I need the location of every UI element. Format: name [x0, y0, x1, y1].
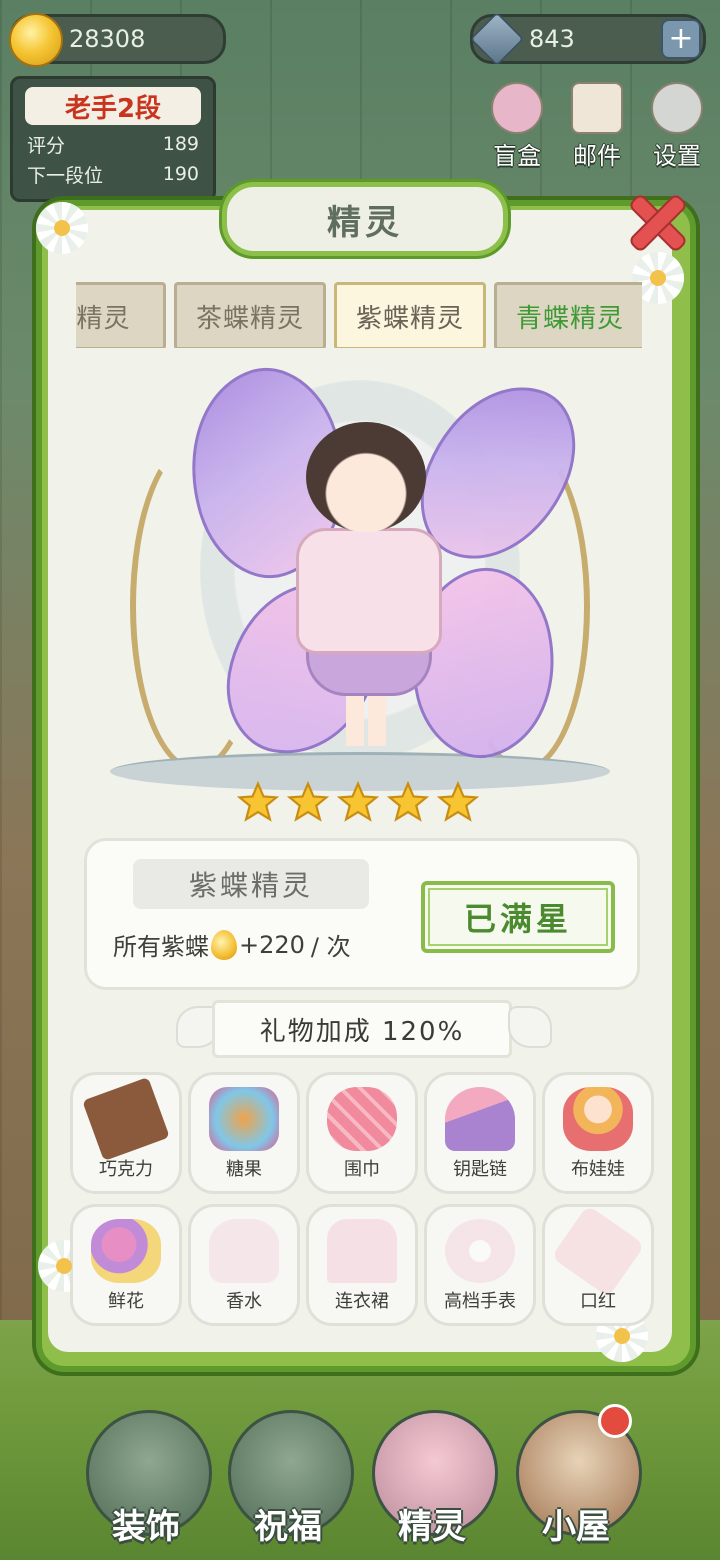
nav-label: 祝福	[254, 1507, 322, 1547]
star-rating	[236, 780, 480, 824]
star-icon	[436, 780, 480, 822]
nav-blessing[interactable]: 祝福	[218, 1390, 358, 1560]
gift-label: 鲜花	[108, 1291, 144, 1312]
settings-label: 设置	[653, 142, 701, 170]
gift-label: 高档手表	[444, 1291, 516, 1312]
gift-label: 糖果	[226, 1159, 262, 1180]
tab-tea-butterfly-fairy[interactable]: 茶蝶精灵	[174, 282, 326, 348]
gift-perfume[interactable]: 香水	[188, 1204, 300, 1326]
blind-box-button[interactable]: 盲盒	[486, 82, 548, 171]
gift-label: 布娃娃	[571, 1159, 625, 1180]
gift-keychain[interactable]: 钥匙链	[424, 1072, 536, 1194]
star-icon	[286, 780, 330, 822]
effect-prefix: 所有紫蝶	[113, 933, 209, 961]
fairy-info-card: 紫蝶精灵 所有紫蝶 +220 / 次 已满星	[84, 838, 640, 990]
close-button[interactable]	[620, 184, 690, 254]
nav-label: 小屋	[542, 1507, 610, 1547]
score-row: 评分 189	[27, 129, 199, 159]
gift-candy[interactable]: 糖果	[188, 1072, 300, 1194]
fairy-name: 紫蝶精灵	[133, 859, 369, 909]
gift-label: 连衣裙	[335, 1291, 389, 1312]
lipstick-icon	[550, 1204, 646, 1298]
score-value: 189	[162, 133, 199, 155]
daisy-decoration-icon	[32, 198, 92, 258]
blind-box-label: 盲盒	[493, 142, 541, 170]
blind-box-icon	[491, 82, 543, 134]
next-rank-label: 下一段位	[27, 164, 104, 187]
star-icon	[386, 780, 430, 822]
star-icon	[236, 780, 280, 822]
gift-label: 围巾	[344, 1159, 380, 1180]
fairy-body	[296, 528, 442, 654]
next-rank-row: 下一段位 190	[27, 159, 199, 189]
notification-badge	[598, 1404, 632, 1438]
effect-value: +220	[239, 930, 305, 959]
tab-purple-butterfly-fairy[interactable]: 紫蝶精灵	[334, 282, 486, 348]
ribbon-decoration-icon	[508, 1006, 552, 1048]
mail-label: 邮件	[573, 142, 621, 170]
dress-icon	[327, 1219, 397, 1283]
mail-icon	[571, 82, 623, 134]
gem-value: 843	[529, 25, 575, 53]
gem-icon	[469, 11, 525, 67]
effect-suffix: / 次	[310, 933, 351, 961]
rank-panel[interactable]: 老手2段 评分 189 下一段位 190	[10, 76, 216, 202]
nav-label: 精灵	[398, 1507, 466, 1547]
add-gems-button[interactable]: +	[661, 19, 701, 59]
fairy-head	[306, 422, 426, 532]
keychain-icon	[445, 1087, 515, 1151]
score-label: 评分	[27, 134, 66, 157]
fairy-tabs: 蝶精灵 茶蝶精灵 紫蝶精灵 青蝶精灵	[76, 282, 642, 348]
next-rank-value: 190	[162, 163, 199, 185]
gift-doll[interactable]: 布娃娃	[542, 1072, 654, 1194]
max-star-button[interactable]: 已满星	[421, 881, 615, 953]
tab-cyan-butterfly-fairy[interactable]: 青蝶精灵	[494, 282, 642, 348]
gift-label: 香水	[226, 1291, 262, 1312]
gem-counter: 843 +	[469, 11, 706, 67]
nav-label: 装饰	[112, 1507, 180, 1547]
scarf-icon	[327, 1087, 397, 1151]
candy-jar-icon	[209, 1087, 279, 1151]
gold-drop-icon	[9, 13, 63, 67]
bouquet-icon	[91, 1219, 161, 1283]
gift-label: 钥匙链	[453, 1159, 507, 1180]
mail-button[interactable]: 邮件	[566, 82, 628, 171]
nav-fairy[interactable]: 精灵	[362, 1390, 502, 1560]
fairy-character-stage	[110, 350, 610, 810]
doll-icon	[563, 1087, 633, 1151]
gift-dress[interactable]: 连衣裙	[306, 1204, 418, 1326]
gift-chocolate[interactable]: 巧克力	[70, 1072, 182, 1194]
gift-bonus-banner: 礼物加成 120%	[212, 1000, 512, 1058]
gold-drop-icon	[211, 929, 237, 960]
top-menu: 盲盒 邮件 设置	[486, 82, 708, 171]
gift-label: 巧克力	[99, 1159, 153, 1180]
star-icon	[336, 780, 380, 822]
gift-watch[interactable]: 高档手表	[424, 1204, 536, 1326]
gift-flowers[interactable]: 鲜花	[70, 1204, 182, 1326]
gift-lipstick[interactable]: 口红	[542, 1204, 654, 1326]
tab-butterfly-fairy[interactable]: 蝶精灵	[76, 282, 166, 348]
gear-icon	[651, 82, 703, 134]
gold-value: 28308	[69, 25, 146, 53]
gold-counter: 28308	[9, 13, 226, 67]
settings-button[interactable]: 设置	[646, 82, 708, 171]
perfume-icon	[209, 1219, 279, 1283]
gift-label: 口红	[580, 1291, 616, 1312]
gift-scarf[interactable]: 围巾	[306, 1072, 418, 1194]
chocolate-icon	[82, 1076, 170, 1162]
fairy-effect: 所有紫蝶 +220 / 次	[113, 927, 351, 962]
rank-title: 老手2段	[25, 87, 201, 125]
watch-icon	[445, 1219, 515, 1283]
panel-title: 精灵	[222, 182, 508, 256]
nav-decorate[interactable]: 装饰	[76, 1390, 216, 1560]
